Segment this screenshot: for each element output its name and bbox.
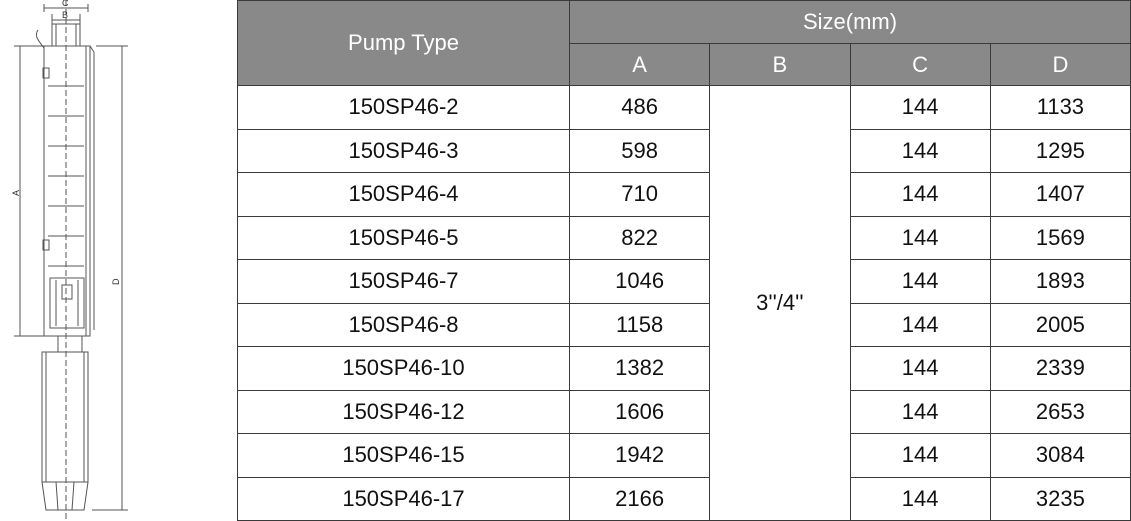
cell-b-merged: 3''/4'' (709, 85, 851, 521)
cell-pump-type: 150SP46-17 (237, 476, 570, 521)
header-col-c: C (849, 43, 991, 86)
cell-a: 1606 (568, 389, 711, 434)
table-row: 150SP46-17 2166 144 3235 (237, 476, 1131, 521)
cell-d: 2339 (989, 346, 1131, 391)
cell-d: 2653 (989, 389, 1131, 434)
cell-d: 1407 (989, 172, 1131, 217)
cell-d: 1295 (989, 128, 1131, 173)
cell-c: 144 (849, 433, 991, 478)
table-row: 150SP46-4 710 144 1407 (237, 172, 1131, 217)
cell-d: 2005 (989, 302, 1131, 347)
cell-c: 144 (849, 476, 991, 521)
cell-pump-type: 150SP46-4 (237, 172, 570, 217)
cell-c: 144 (849, 389, 991, 434)
dimension-label-d: D (111, 278, 121, 285)
cell-pump-type: 150SP46-2 (237, 85, 570, 130)
table-row: 150SP46-12 1606 144 2653 (237, 389, 1131, 434)
pump-dimension-diagram: C B A D (11, 0, 128, 520)
cell-a: 486 (568, 85, 711, 130)
table-row: 150SP46-10 1382 144 2339 (237, 346, 1131, 391)
cell-d: 1569 (989, 215, 1131, 260)
cell-a: 2166 (568, 476, 711, 521)
dimension-label-c: C (62, 0, 69, 8)
cell-d: 3084 (989, 433, 1131, 478)
cell-pump-type: 150SP46-12 (237, 389, 570, 434)
header-col-a: A (568, 43, 711, 86)
cell-d: 1893 (989, 259, 1131, 304)
table-row: 150SP46-15 1942 144 3084 (237, 433, 1131, 478)
cell-c: 144 (849, 302, 991, 347)
header-col-b: B (709, 43, 851, 86)
cell-pump-type: 150SP46-8 (237, 302, 570, 347)
header-col-d: D (989, 43, 1131, 86)
cell-c: 144 (849, 172, 991, 217)
cell-pump-type: 150SP46-5 (237, 215, 570, 260)
table-row: 150SP46-3 598 144 1295 (237, 128, 1131, 173)
header-pump-type: Pump Type (237, 0, 570, 86)
table-row: 150SP46-5 822 144 1569 (237, 215, 1131, 260)
header-size: Size(mm) (568, 0, 1131, 44)
cell-a: 1046 (568, 259, 711, 304)
cell-c: 144 (849, 215, 991, 260)
table-row: 150SP46-8 1158 144 2005 (237, 302, 1131, 347)
cell-a: 1158 (568, 302, 711, 347)
dimension-label-b: B (62, 10, 68, 20)
cell-pump-type: 150SP46-15 (237, 433, 570, 478)
cell-pump-type: 150SP46-10 (237, 346, 570, 391)
table-row: 150SP46-7 1046 144 1893 (237, 259, 1131, 304)
cell-a: 598 (568, 128, 711, 173)
cell-pump-type: 150SP46-3 (237, 128, 570, 173)
cell-d: 1133 (989, 85, 1131, 130)
cell-c: 144 (849, 85, 991, 130)
cell-a: 1942 (568, 433, 711, 478)
cell-c: 144 (849, 128, 991, 173)
cell-c: 144 (849, 259, 991, 304)
cell-a: 1382 (568, 346, 711, 391)
pump-size-table: Pump Type Size(mm) A B C D 150SP46-2 486… (237, 0, 1131, 521)
cell-pump-type: 150SP46-7 (237, 259, 570, 304)
dimension-label-a: A (11, 190, 21, 196)
table-row: 150SP46-2 486 3''/4'' 144 1133 (237, 85, 1131, 521)
cell-a: 710 (568, 172, 711, 217)
cell-c: 144 (849, 346, 991, 391)
cell-a: 822 (568, 215, 711, 260)
cell-d: 3235 (989, 476, 1131, 521)
